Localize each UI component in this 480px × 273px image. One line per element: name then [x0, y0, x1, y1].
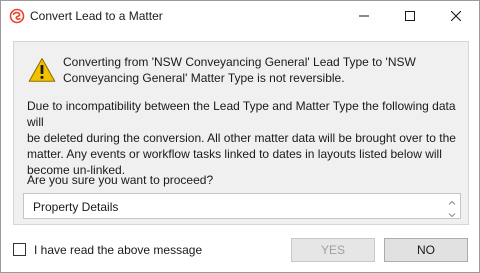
info-message: Due to incompatibility between the Lead …: [27, 98, 461, 178]
maximize-icon: [405, 11, 415, 21]
yes-button[interactable]: YES: [291, 238, 375, 262]
warning-line-2: Conveyancing General' Matter Type is not…: [63, 71, 345, 85]
close-icon: [451, 11, 461, 21]
confirmation-question: Are you sure you want to proceed?: [27, 173, 214, 187]
app-swirl-icon: [9, 8, 25, 24]
dialog-window: Convert Lead to a Matter Converting from…: [0, 0, 480, 273]
maximize-button[interactable]: [387, 1, 433, 31]
acknowledge-checkbox[interactable]: [13, 243, 26, 256]
info-line-2: be deleted during the conversion. All ot…: [27, 131, 456, 145]
info-line-3: matter. Any events or workflow tasks lin…: [27, 147, 442, 161]
minimize-icon: [359, 11, 369, 21]
warning-line-1: Converting from 'NSW Conveyancing Genera…: [63, 55, 416, 69]
no-button[interactable]: NO: [384, 238, 468, 262]
acknowledge-label[interactable]: I have read the above message: [34, 243, 202, 257]
affected-data-list[interactable]: Property Details: [23, 193, 461, 219]
window-title: Convert Lead to a Matter: [30, 9, 163, 23]
info-line-1: Due to incompatibility between the Lead …: [27, 99, 456, 129]
scroll-up-arrow-icon[interactable]: [448, 196, 456, 205]
scroll-down-arrow-icon[interactable]: [448, 208, 456, 218]
warning-message: Converting from 'NSW Conveyancing Genera…: [63, 54, 458, 86]
close-button[interactable]: [433, 1, 479, 31]
warning-icon: [28, 57, 56, 83]
list-item[interactable]: Property Details: [33, 200, 118, 214]
message-panel: Converting from 'NSW Conveyancing Genera…: [13, 41, 469, 225]
title-bar: Convert Lead to a Matter: [1, 1, 479, 31]
minimize-button[interactable]: [341, 1, 387, 31]
